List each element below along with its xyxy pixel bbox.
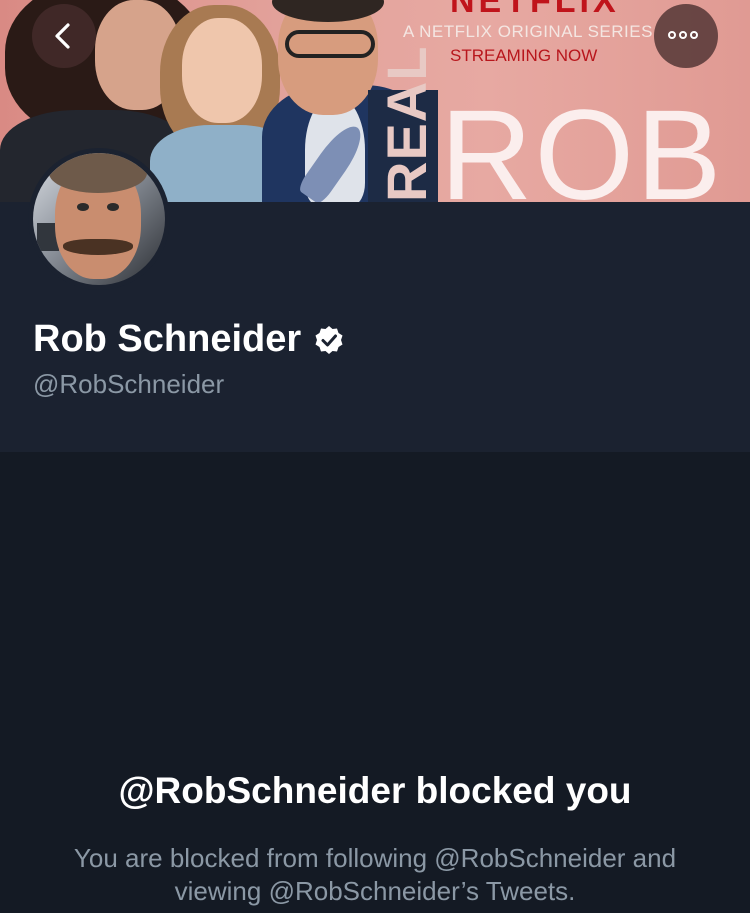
banner-tagline: A NETFLIX ORIGINAL SERIES	[403, 22, 653, 41]
banner-person-girl-face	[182, 18, 262, 123]
back-button[interactable]	[32, 4, 96, 68]
display-name: Rob Schneider	[33, 318, 302, 360]
profile-handle: @RobSchneider	[33, 369, 225, 399]
banner-show-word-large: ROB	[440, 84, 724, 203]
banner-show-word-vertical-text: REAL	[375, 45, 438, 202]
avatar[interactable]	[28, 148, 170, 290]
profile-name-row: Rob Schneider	[33, 318, 345, 361]
avatar-photo	[33, 153, 165, 285]
banner-show-word-vertical: REAL	[368, 46, 438, 202]
chevron-left-icon	[55, 23, 70, 49]
blocked-description: You are blocked from following @RobSchne…	[73, 843, 677, 906]
verified-badge-icon	[315, 325, 343, 354]
banner-status: STREAMING NOW	[450, 46, 598, 65]
more-dots-icon	[668, 31, 698, 39]
blocked-title: @RobSchneider blocked you	[118, 770, 632, 811]
banner-glasses	[285, 30, 375, 58]
more-options-button[interactable]	[654, 4, 718, 68]
banner-brand: NETFLIX	[450, 0, 620, 20]
